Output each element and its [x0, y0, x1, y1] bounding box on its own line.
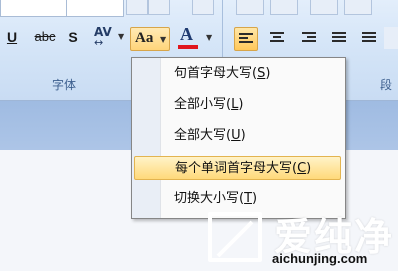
line-spacing-button[interactable]	[384, 27, 398, 49]
font-color-bar	[178, 45, 198, 49]
paragraph-group-label: 段	[380, 78, 393, 92]
font-size-combo[interactable]	[66, 0, 124, 17]
multilevel-button[interactable]	[310, 0, 338, 15]
change-case-menu: 句首字母大写(S) 全部小写(L) 全部大写(U) 每个单词首字母大写(C) 切…	[131, 57, 346, 219]
align-right-icon	[302, 32, 316, 44]
menu-item-sentence-case[interactable]: 句首字母大写(S)	[134, 62, 341, 86]
watermark-url: aichunjing.com	[272, 251, 368, 266]
char-spacing-button[interactable]: AV ↔ ▼	[92, 24, 126, 50]
align-right-button[interactable]	[298, 27, 320, 49]
strikethrough-button[interactable]: abc	[30, 26, 60, 48]
chevron-down-icon: ▼	[118, 32, 125, 41]
align-center-button[interactable]	[266, 27, 288, 49]
justify-button[interactable]	[328, 27, 350, 49]
change-case-button[interactable]: Aa ▼	[130, 27, 170, 51]
font-color-label: A	[180, 24, 193, 44]
clear-format-button[interactable]	[192, 0, 214, 15]
font-color-button[interactable]: A ▼	[176, 24, 216, 52]
distributed-button[interactable]	[358, 27, 380, 49]
shrink-font-button[interactable]	[148, 0, 170, 15]
chevron-down-icon: ▼	[160, 35, 167, 44]
slash-icon	[216, 220, 254, 258]
numbering-button[interactable]	[270, 0, 298, 15]
watermark-logo	[208, 212, 262, 262]
menu-item-capitalize-each-word[interactable]: 每个单词首字母大写(C)	[134, 156, 341, 180]
menu-item-lowercase[interactable]: 全部小写(L)	[134, 93, 341, 117]
double-arrow-icon: ↔	[94, 36, 104, 49]
bullets-button[interactable]	[236, 0, 264, 15]
underline-button[interactable]: U	[4, 26, 20, 48]
chevron-down-icon: ▼	[206, 33, 213, 42]
align-left-button[interactable]	[234, 27, 258, 51]
font-group-label: 字体	[52, 78, 77, 92]
shadow-button[interactable]: S	[66, 26, 80, 48]
align-center-icon	[270, 32, 284, 44]
indent-button[interactable]	[344, 0, 372, 15]
grow-font-button[interactable]	[126, 0, 148, 15]
align-left-icon	[239, 33, 253, 45]
change-case-label: Aa	[135, 30, 154, 46]
menu-item-uppercase[interactable]: 全部大写(U)	[134, 124, 341, 148]
font-name-combo[interactable]	[0, 0, 68, 17]
distributed-icon	[362, 32, 376, 44]
justify-icon	[332, 32, 346, 44]
watermark: 爱纯净 aichunjing.com	[208, 204, 398, 271]
